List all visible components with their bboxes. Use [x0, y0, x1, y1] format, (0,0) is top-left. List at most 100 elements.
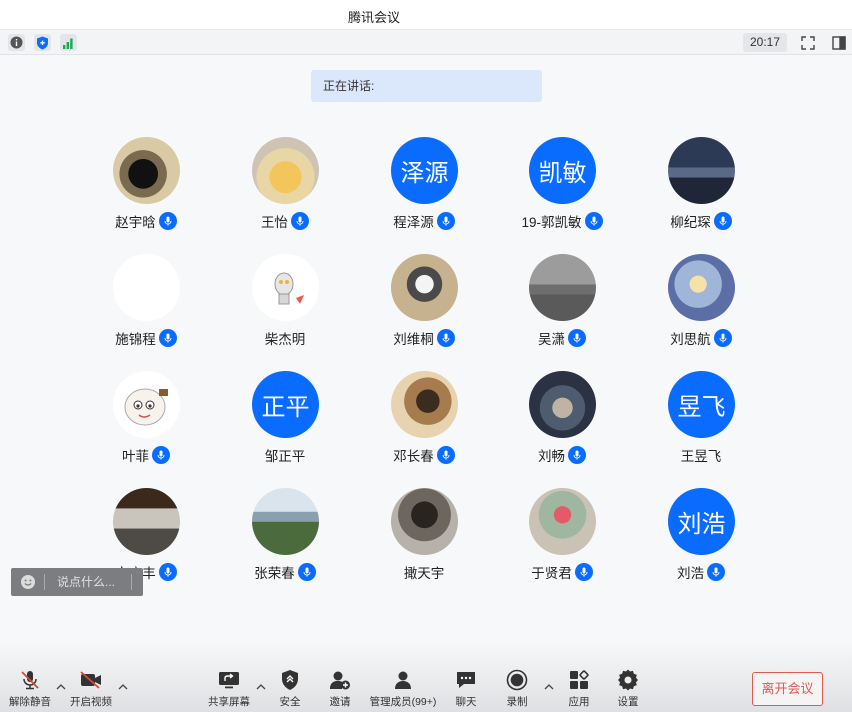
manage-members-label: 管理成员(99+): [369, 696, 437, 708]
chat-bubble-icon: [455, 668, 477, 692]
participant-tile[interactable]: 张荣春: [220, 488, 350, 598]
avatar: [668, 254, 735, 321]
participant-tile[interactable]: 昱飞 王昱飞: [636, 371, 766, 481]
settings-label: 设置: [617, 696, 639, 708]
leave-meeting-button[interactable]: 离开会议: [752, 672, 823, 706]
participant-name: 于贤君: [531, 566, 572, 581]
mic-muted-icon: [19, 668, 41, 692]
manage-members-button[interactable]: 管理成员(99+): [367, 668, 439, 709]
participant-name: 张荣春: [254, 566, 295, 581]
participant-name: 王昱飞: [680, 449, 722, 464]
participant-tile[interactable]: 王怡: [220, 137, 350, 247]
participant-name: 王怡: [261, 215, 288, 230]
mic-icon: [713, 329, 732, 347]
mic-icon: [158, 563, 177, 581]
participant-name: 赵宇晗: [115, 215, 156, 230]
participant-tile[interactable]: 正平 邹正平: [220, 371, 350, 481]
apps-label: 应用: [568, 696, 590, 708]
invite-button[interactable]: 邀请: [310, 668, 370, 709]
chat-message-input[interactable]: [57, 575, 127, 589]
participant-tile[interactable]: 刘畅: [497, 371, 627, 481]
avatar: 正平: [252, 371, 319, 438]
participant-name: 吴潇: [538, 332, 565, 347]
mic-icon: [707, 563, 725, 581]
participant-tile[interactable]: 施锦程: [81, 254, 211, 364]
avatar: 刘浩: [668, 488, 735, 555]
chat-quick-input[interactable]: [11, 568, 143, 596]
unmute-button[interactable]: 解除静音: [0, 668, 60, 709]
participant-name: 邓长春: [393, 449, 434, 464]
participant-tile[interactable]: 柴杰明: [220, 254, 350, 364]
share-screen-label: 共享屏幕: [208, 696, 250, 708]
avatar: [252, 488, 319, 555]
mic-icon: [436, 446, 455, 464]
participant-name: 刘维桐: [393, 332, 434, 347]
participant-name: 19-郭凯敏: [521, 215, 582, 230]
participant-tile[interactable]: 叶菲: [81, 371, 211, 481]
mic-icon: [713, 212, 732, 230]
avatar: [529, 371, 596, 438]
avatar: [668, 137, 735, 204]
start-video-button[interactable]: 开启视频: [61, 668, 121, 709]
mic-icon: [436, 329, 455, 347]
participant-name: 施锦程: [115, 332, 156, 347]
record-button[interactable]: 录制: [487, 668, 547, 709]
record-label: 录制: [506, 696, 528, 708]
unmute-label: 解除静音: [9, 696, 51, 708]
participant-tile[interactable]: 凯敏 19-郭凯敏: [497, 137, 627, 247]
start-video-label: 开启视频: [70, 696, 112, 708]
participant-tile[interactable]: 吴潇: [497, 254, 627, 364]
avatar: [113, 254, 180, 321]
share-screen-button[interactable]: 共享屏幕: [199, 668, 259, 709]
participant-tile[interactable]: 柳纪琛: [636, 137, 766, 247]
settings-button[interactable]: 设置: [598, 668, 658, 709]
avatar: [391, 371, 458, 438]
avatar: [113, 488, 180, 555]
participant-name: 刘浩: [677, 566, 704, 581]
members-icon: [392, 668, 414, 692]
divider: [44, 574, 45, 590]
gear-icon: [617, 668, 639, 692]
mic-icon: [158, 212, 177, 230]
participant-tile[interactable]: 于贤君: [497, 488, 627, 598]
participant-tile[interactable]: 邓长春: [359, 371, 489, 481]
participant-name: 邹正平: [264, 449, 306, 464]
participant-tile[interactable]: 刘浩 刘浩: [636, 488, 766, 598]
emoji-icon[interactable]: [20, 574, 36, 590]
chat-label: 聊天: [455, 696, 477, 708]
avatar: 泽源: [391, 137, 458, 204]
mic-icon: [152, 446, 170, 464]
mic-icon: [158, 329, 177, 347]
security-shield-icon: [280, 668, 300, 692]
mic-icon: [297, 563, 316, 581]
participant-tile[interactable]: 刘维桐: [359, 254, 489, 364]
participant-name: 刘畅: [538, 449, 565, 464]
mic-icon: [574, 563, 593, 581]
avatar: [252, 254, 319, 321]
avatar: [529, 488, 596, 555]
avatar: [529, 254, 596, 321]
avatar: [113, 371, 180, 438]
meeting-toolbar: 解除静音 开启视频 共享屏幕 安全 邀请 管理成员(99+) 聊天 录制 应用 …: [0, 640, 852, 712]
avatar: [391, 488, 458, 555]
record-icon: [506, 668, 528, 692]
participant-tile[interactable]: 泽源 程泽源: [359, 137, 489, 247]
avatar: [252, 137, 319, 204]
security-label: 安全: [279, 696, 301, 708]
divider: [131, 574, 132, 590]
participant-tile[interactable]: 赵宇晗: [81, 137, 211, 247]
participant-name: 撖天宇: [403, 566, 445, 581]
invite-label: 邀请: [329, 696, 351, 708]
participant-name: 柳纪琛: [670, 215, 711, 230]
avatar: [391, 254, 458, 321]
avatar: [113, 137, 180, 204]
avatar: 昱飞: [668, 371, 735, 438]
mic-icon: [568, 329, 586, 347]
share-screen-icon: [217, 668, 241, 692]
mic-icon: [584, 212, 603, 230]
participant-tile[interactable]: 刘思航: [636, 254, 766, 364]
participant-tile[interactable]: 撖天宇: [359, 488, 489, 598]
mic-icon: [568, 446, 586, 464]
video-options-caret-icon[interactable]: [117, 682, 129, 692]
apps-grid-icon: [568, 668, 590, 692]
